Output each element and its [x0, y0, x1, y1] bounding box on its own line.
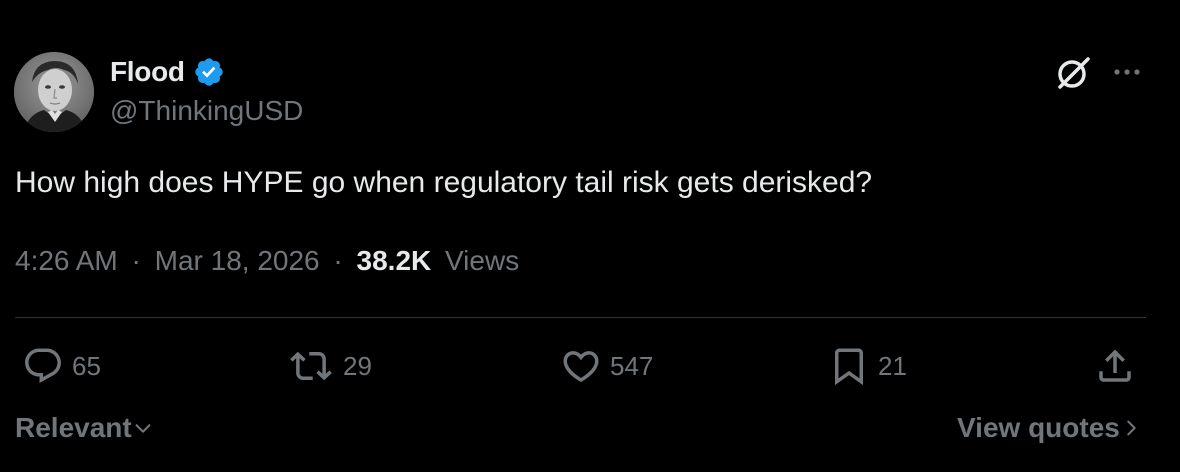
views-label: Views — [445, 245, 520, 276]
author-name-row: Flood — [110, 54, 225, 90]
bookmark-button[interactable]: 21 — [828, 346, 907, 386]
like-count: 547 — [610, 350, 654, 381]
sort-dropdown[interactable]: Relevant — [15, 412, 154, 444]
tweet-time[interactable]: 4:26 AM — [15, 245, 118, 276]
avatar[interactable] — [14, 52, 94, 132]
meta-separator: · — [131, 245, 141, 276]
view-quotes-label: View quotes — [957, 412, 1120, 443]
share-icon — [1099, 349, 1131, 382]
chevron-down-icon — [135, 424, 151, 433]
heart-icon — [563, 351, 599, 383]
tweet-meta: 4:26 AM · Mar 18, 2026 · 38.2K Views — [15, 245, 519, 277]
verified-badge-icon[interactable] — [193, 56, 225, 88]
author-handle[interactable]: @ThinkingUSD — [110, 95, 303, 127]
more-icon[interactable] — [1110, 58, 1144, 86]
retweet-count: 29 — [343, 350, 372, 381]
meta-separator: · — [333, 245, 343, 276]
sort-label: Relevant — [15, 412, 132, 443]
reply-count: 65 — [72, 350, 101, 381]
tweet-text: How high does HYPE go when regulatory ta… — [15, 166, 873, 199]
tweet-date[interactable]: Mar 18, 2026 — [155, 245, 320, 276]
chevron-right-icon — [1127, 420, 1136, 436]
tweet-card: Flood @ThinkingUSD How high does HYPE go… — [0, 0, 1180, 472]
share-button[interactable] — [1094, 346, 1136, 386]
avatar-portrait-icon — [14, 52, 94, 132]
retweet-icon — [290, 351, 332, 381]
bookmark-count: 21 — [878, 350, 907, 381]
view-quotes-link[interactable]: View quotes — [957, 412, 1142, 444]
like-button[interactable]: 547 — [560, 346, 653, 386]
bookmark-icon — [835, 348, 863, 386]
divider — [15, 317, 1146, 318]
author-display-name[interactable]: Flood — [110, 56, 185, 88]
grok-icon[interactable] — [1052, 52, 1094, 94]
reply-icon — [25, 348, 61, 383]
retweet-button[interactable]: 29 — [287, 346, 372, 386]
views-count: 38.2K — [356, 245, 432, 276]
reply-button[interactable]: 65 — [22, 346, 101, 386]
